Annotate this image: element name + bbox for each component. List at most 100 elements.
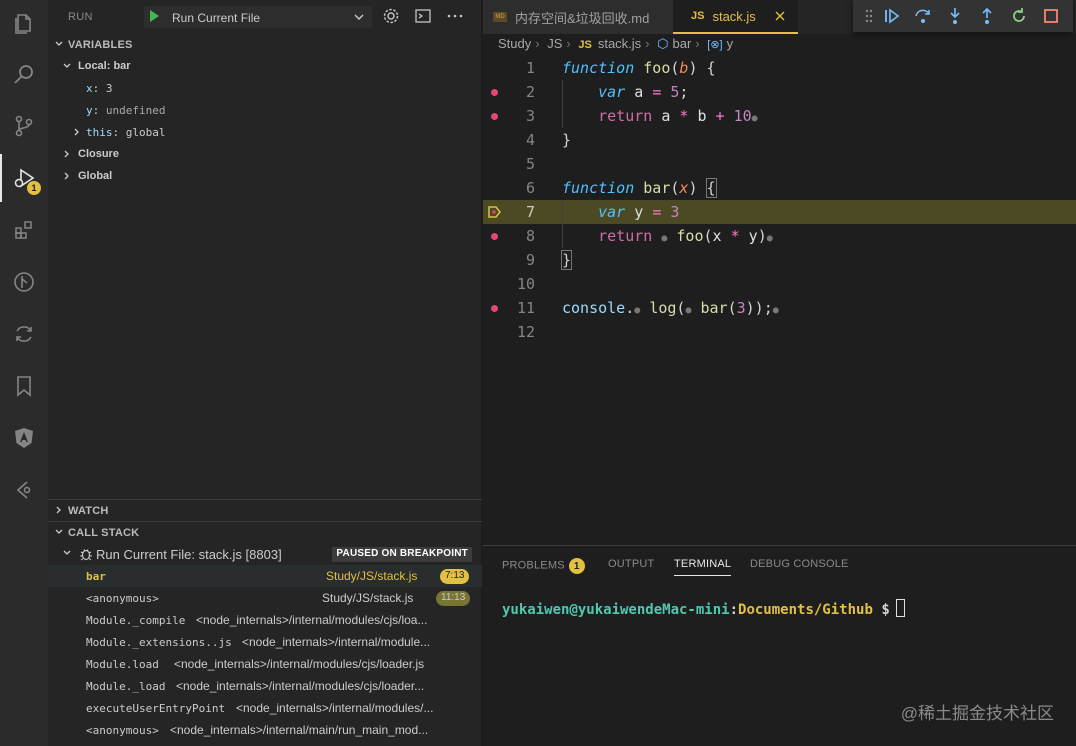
code-text: return a * b + 10● [598, 107, 758, 125]
code-line[interactable]: 2 var a = 5; [483, 80, 1076, 104]
line-number: 2 [525, 83, 535, 101]
code-text: return ● foo(x * y)● [598, 227, 773, 245]
problems-badge: 1 [568, 558, 585, 574]
stack-frame[interactable]: Module._load <node_internals>/internal/m… [48, 675, 482, 697]
run-config-select[interactable]: Run Current File [144, 6, 372, 28]
code-line[interactable]: 9 } [483, 248, 1076, 272]
source-control-icon[interactable] [0, 102, 48, 150]
tab-problems[interactable]: PROBLEMS 1 [502, 558, 585, 574]
stack-frame[interactable]: Module._compile <node_internals>/interna… [48, 609, 482, 631]
scope-closure[interactable]: Closure [48, 144, 482, 166]
code-line[interactable]: 11 console.● log(● bar(3));● [483, 296, 1076, 320]
chevron-right-icon [56, 506, 61, 514]
terminal-prompt[interactable]: yukaiwen@yukaiwendeMac-mini:Documents/Gi… [502, 599, 905, 618]
stack-frame[interactable]: <anonymous> <node_internals>/internal/ma… [48, 719, 482, 741]
cube-icon: ⬡ [657, 36, 669, 51]
breadcrumb: Study › JS › JS stack.js › ⬡ bar › [⊗] y [498, 36, 734, 51]
stop-icon[interactable] [1041, 6, 1061, 26]
code-line[interactable]: 8 return ● foo(x * y)● [483, 224, 1076, 248]
start-debug-icon[interactable] [150, 10, 159, 22]
line-number: 6 [525, 179, 535, 197]
frame-path: Study/JS/stack.js [326, 569, 418, 583]
tab-stack-js[interactable]: JS stack.js [673, 0, 798, 34]
tab-md[interactable]: MD 内存空间&垃圾回收.md [483, 0, 673, 34]
stack-frame[interactable]: <anonymous> Study/JS/stack.js 11:13 [48, 587, 482, 609]
variable-x[interactable]: x: 3 [48, 78, 482, 100]
line-number: 5 [525, 155, 535, 173]
continue-icon[interactable] [881, 6, 901, 26]
code-line[interactable]: 1 function foo(b) { [483, 56, 1076, 80]
scope-local[interactable]: Local: bar [48, 56, 482, 78]
breakpoint-icon[interactable] [491, 233, 498, 240]
bug-icon [80, 549, 92, 561]
tab-label: stack.js [712, 8, 756, 24]
code-line[interactable]: 6 function bar(x) { [483, 176, 1076, 200]
breadcrumb-item[interactable]: Study [498, 36, 531, 51]
code-line[interactable]: 5 [483, 152, 1076, 176]
line-number: 3 [525, 107, 535, 125]
restart-icon[interactable] [1009, 6, 1029, 26]
debug-session[interactable]: Run Current File: stack.js [8803] PAUSED… [48, 543, 482, 565]
explorer-icon[interactable] [0, 0, 48, 48]
code-text: } [562, 131, 572, 149]
frame-function: <anonymous> [86, 592, 159, 605]
code-line[interactable]: 12 [483, 320, 1076, 344]
run-toolbar: RUN Run Current File [48, 0, 482, 34]
scope-global[interactable]: Global [48, 166, 482, 188]
debug-console-icon[interactable] [414, 7, 432, 25]
breakpoint-icon[interactable] [491, 89, 498, 96]
breadcrumb-item[interactable]: stack.js [598, 36, 641, 51]
chevron-right-icon [64, 172, 69, 180]
tab-terminal[interactable]: TERMINAL [674, 558, 732, 576]
call-stack-section-header[interactable]: CALL STACK [48, 521, 482, 543]
editor-tabs: MD 内存空间&垃圾回收.md JS stack.js [483, 0, 1076, 34]
tab-output[interactable]: OUTPUT [608, 558, 654, 570]
variable-this[interactable]: this: global [48, 122, 482, 144]
breadcrumb-item[interactable]: JS [547, 36, 562, 51]
debug-sidebar: RUN Run Current File VARIABLES Local: ba… [48, 0, 482, 746]
variable-y[interactable]: y: undefined [48, 100, 482, 122]
more-actions-icon[interactable] [446, 7, 464, 25]
breadcrumb-item[interactable]: bar [673, 36, 692, 51]
variable-name: y [86, 104, 93, 117]
step-into-icon[interactable] [945, 6, 965, 26]
step-over-icon[interactable] [913, 6, 933, 26]
watch-section-header[interactable]: WATCH [48, 499, 482, 521]
frame-path: Study/JS/stack.js [322, 591, 414, 605]
line-number: 7 [525, 203, 535, 221]
search-icon[interactable] [0, 50, 48, 98]
bottom-panel: PROBLEMS 1 OUTPUT TERMINAL DEBUG CONSOLE … [483, 545, 1076, 746]
tab-debug-console[interactable]: DEBUG CONSOLE [750, 558, 849, 570]
stack-frame[interactable]: bar Study/JS/stack.js 7:13 [48, 565, 482, 587]
gitlens-icon[interactable] [0, 466, 48, 514]
chevron-right-icon [64, 150, 69, 158]
terminal-user: yukaiwen@yukaiwendeMac-mini [502, 602, 730, 618]
current-code-line[interactable]: 7 var y = 3 [483, 200, 1076, 224]
paused-badge: PAUSED ON BREAKPOINT [332, 547, 472, 562]
frame-position: 11:13 [436, 591, 471, 606]
breakpoint-icon[interactable] [491, 113, 498, 120]
code-line[interactable]: 4 } [483, 128, 1076, 152]
remote-sync-icon[interactable] [0, 310, 48, 358]
step-out-icon[interactable] [977, 6, 997, 26]
stack-frame[interactable]: executeUserEntryPoint <node_internals>/i… [48, 697, 482, 719]
frame-path: <node_internals>/internal/modules/cjs/lo… [176, 679, 425, 693]
tab-label: 内存空间&垃圾回收.md [515, 10, 650, 26]
angular-icon[interactable] [0, 414, 48, 462]
extensions-icon[interactable] [0, 206, 48, 254]
breadcrumb-item[interactable]: y [727, 36, 734, 51]
close-icon[interactable] [774, 10, 786, 22]
breakpoint-icon[interactable] [491, 305, 498, 312]
stack-frame[interactable]: Module._extensions..js <node_internals>/… [48, 631, 482, 653]
stack-frame[interactable]: Module.load <node_internals>/internal/mo… [48, 653, 482, 675]
variables-section-header[interactable]: VARIABLES [48, 34, 482, 56]
drag-handle-icon[interactable] [859, 6, 879, 26]
bookmarks-icon[interactable] [0, 362, 48, 410]
line-number: 11 [516, 299, 535, 317]
code-line[interactable]: 10 [483, 272, 1076, 296]
run-debug-icon[interactable]: 1 [0, 154, 48, 202]
git-graph-icon[interactable] [0, 258, 48, 306]
gear-icon[interactable] [382, 7, 400, 25]
code-line[interactable]: 3 return a * b + 10● [483, 104, 1076, 128]
frame-function: Module.load [86, 658, 159, 671]
